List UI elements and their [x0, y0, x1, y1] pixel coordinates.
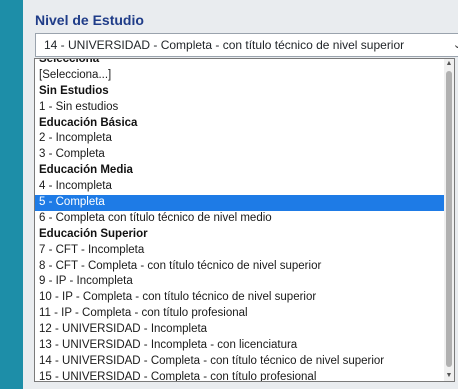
option-item[interactable]: 6 - Completa con título técnico de nivel…: [35, 211, 445, 227]
chevron-down-icon[interactable]: ⌄: [453, 34, 458, 56]
option-group-label: Sin Estudios: [39, 84, 109, 97]
option-item[interactable]: 5 - Completa: [35, 195, 445, 211]
option-item[interactable]: 11 - IP - Completa - con título profesio…: [35, 306, 445, 322]
scroll-up-arrow-icon[interactable]: ▲: [444, 59, 454, 69]
option-item[interactable]: 10 - IP - Completa - con título técnico …: [35, 290, 445, 306]
option-item[interactable]: 4 - Incompleta: [35, 179, 445, 195]
option-group-label: Selecciona: [39, 58, 100, 65]
option-item[interactable]: 12 - UNIVERSIDAD - Incompleta: [35, 322, 445, 338]
option-item[interactable]: 2 - Incompleta: [35, 131, 445, 147]
options-list: Selecciona [Selecciona...] Sin Estudios 1 -…: [35, 58, 445, 381]
option-item[interactable]: 1 - Sin estudios: [35, 100, 445, 116]
option-item[interactable]: 3 - Completa: [35, 147, 445, 163]
education-level-select[interactable]: 14 - UNIVERSIDAD - Completa - con título…: [35, 33, 458, 57]
scroll-down-arrow-icon[interactable]: ▼: [444, 371, 454, 381]
scrollbar[interactable]: ▲ ▼: [444, 59, 454, 381]
option-group-label: Educación Media: [39, 164, 133, 177]
option-item[interactable]: 7 - CFT - Incompleta: [35, 243, 445, 259]
selected-value: 14 - UNIVERSIDAD - Completa - con título…: [44, 38, 405, 52]
option-item[interactable]: [Selecciona...]: [35, 68, 445, 84]
option-item[interactable]: 14 - UNIVERSIDAD - Completa - con título…: [35, 354, 445, 370]
option-group-label: Educación Superior: [39, 227, 148, 240]
option-item[interactable]: 8 - CFT - Completa - con título técnico …: [35, 259, 445, 275]
scroll-thumb[interactable]: [446, 71, 452, 367]
option-item[interactable]: 15 - UNIVERSIDAD - Completa - con título…: [35, 370, 445, 381]
option-item[interactable]: 13 - UNIVERSIDAD - Incompleta - con lice…: [35, 338, 445, 354]
field-label: Nivel de Estudio: [35, 12, 144, 28]
option-item[interactable]: 9 - IP - Incompleta: [35, 274, 445, 290]
page-body: { "field": { "label": "Nivel de Estudio"…: [0, 0, 458, 389]
dropdown-list[interactable]: Selecciona [Selecciona...] Sin Estudios 1 -…: [34, 58, 455, 382]
option-group-label: Educación Básica: [39, 116, 138, 129]
